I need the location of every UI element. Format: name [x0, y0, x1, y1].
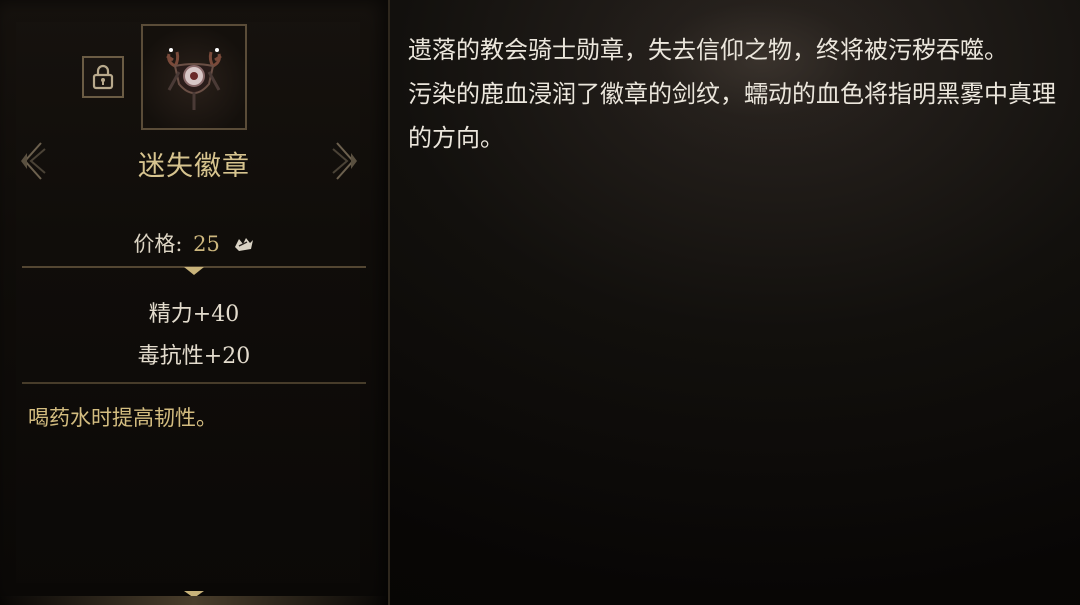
item-description: 遗落的教会骑士勋章，失去信仰之物，终将被污秽吞噬。 污染的鹿血浸润了徽章的剑纹，…	[408, 28, 1068, 160]
divider-bottom	[22, 382, 366, 384]
stat-stamina: 精力+40	[148, 302, 240, 327]
item-effect: 喝药水时提高韧性。	[28, 406, 217, 430]
price-row: 价格: 25	[0, 228, 388, 258]
divider-top	[22, 266, 366, 275]
description-paragraph-2: 污染的鹿血浸润了徽章的剑纹，蠕动的血色将指明黑雾中真理的方向。	[408, 80, 1056, 152]
description-paragraph-1: 遗落的教会骑士勋章，失去信仰之物，终将被污秽吞噬。	[408, 36, 1008, 64]
game-screen: 迷失徽章 价格: 25 精力+40 毒抗性+20 喝药水时提高韧性。 遗落的教会…	[0, 0, 1080, 605]
stat-poison-resistance: 毒抗性+20	[137, 344, 251, 369]
coin-icon	[233, 234, 255, 258]
lock-icon[interactable]	[82, 56, 124, 98]
price-label: 价格:	[133, 232, 183, 256]
antler-badge-icon	[166, 48, 222, 110]
item-icon-frame[interactable]	[141, 24, 247, 130]
item-name-row: 迷失徽章	[0, 136, 388, 186]
card-bottom-border	[0, 596, 388, 605]
price-value: 25	[193, 232, 220, 256]
arrow-right-icon[interactable]	[330, 136, 360, 186]
item-card: 迷失徽章 价格: 25 精力+40 毒抗性+20 喝药水时提高韧性。	[0, 0, 390, 605]
stats-list: 精力+40 毒抗性+20	[0, 294, 388, 378]
